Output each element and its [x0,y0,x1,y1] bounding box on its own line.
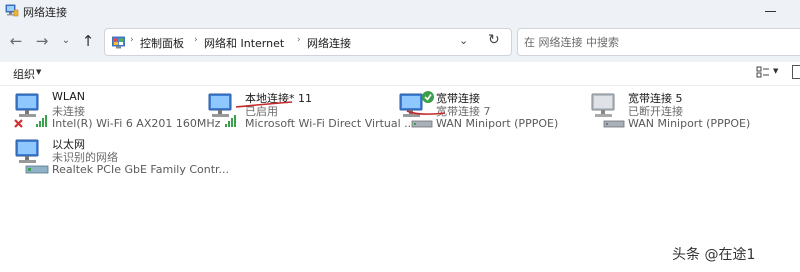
connection-name: WLAN [52,90,86,103]
wifi-adapter-icon [14,93,47,128]
control-panel-icon [112,36,125,49]
connection-item-broadband[interactable]: 宽带连接 宽带连接 7 WAN Miniport (PPPOE) [398,90,578,132]
window-title: 网络连接 [23,6,67,19]
up-button[interactable]: ↑ [79,32,97,50]
connection-item-broadband-5[interactable]: 宽带连接 5 已断开连接 WAN Miniport (PPPOE) [590,90,770,132]
connection-device: Intel(R) Wi-Fi 6 AX201 160MHz [52,117,221,130]
connection-device: Realtek PCIe GbE Family Contr... [52,163,230,176]
ethernet-adapter-icon [15,139,49,174]
refresh-icon[interactable]: ↻ [488,32,500,48]
network-connections-icon [5,4,19,17]
breadcrumb-network-internet[interactable]: 网络和 Internet [204,35,284,51]
back-button[interactable]: ← [7,32,25,50]
chevron-right-icon: › [194,35,198,45]
minimize-button[interactable] [757,3,785,19]
breadcrumb-control-panel[interactable]: 控制面板 [140,35,184,51]
broadband-icon [591,93,625,128]
chevron-right-icon: › [130,35,134,45]
annotation-underline [406,110,446,115]
title-bar: 网络连接 [0,0,800,22]
chevron-right-icon: › [297,35,301,45]
preview-pane-icon[interactable] [792,65,800,79]
recent-locations-button[interactable]: ⌄ [57,32,75,50]
address-bar[interactable]: › 控制面板 › 网络和 Internet › 网络连接 ⌄ ↻ [104,28,512,56]
breadcrumb-network-connections[interactable]: 网络连接 [307,35,351,51]
organize-dropdown-icon[interactable]: ▼ [36,68,41,76]
view-dropdown-icon[interactable]: ▼ [773,67,778,75]
command-bar: 组织 ▼ ▼ [0,62,800,86]
annotation-underline [235,101,293,108]
view-options-icon[interactable] [756,65,770,79]
search-box[interactable] [517,28,800,56]
connection-item-ethernet[interactable]: 以太网 未识别的网络 Realtek PCIe GbE Family Contr… [14,136,229,178]
organize-button[interactable]: 组织 [13,66,35,82]
forward-button[interactable]: → [33,32,51,50]
connection-device: WAN Miniport (PPPOE) [628,117,751,130]
address-history-dropdown[interactable]: ⌄ [459,34,468,47]
connection-item-wlan[interactable]: WLAN 未连接 Intel(R) Wi-Fi 6 AX201 160MHz [14,90,220,132]
wifi-adapter-icon [208,93,236,127]
address-row: ← → ⌄ ↑ › 控制面板 › 网络和 Internet › 网络连接 ⌄ ↻ [0,22,800,62]
search-input[interactable] [524,34,784,50]
watermark-text: 头条 @在途1 [672,247,756,263]
connection-item-local-11[interactable]: 本地连接* 11 已启用 Microsoft Wi-Fi Direct Virt… [207,90,415,132]
connection-device: Microsoft Wi-Fi Direct Virtual ... [245,117,415,130]
connection-device: WAN Miniport (PPPOE) [436,117,559,130]
